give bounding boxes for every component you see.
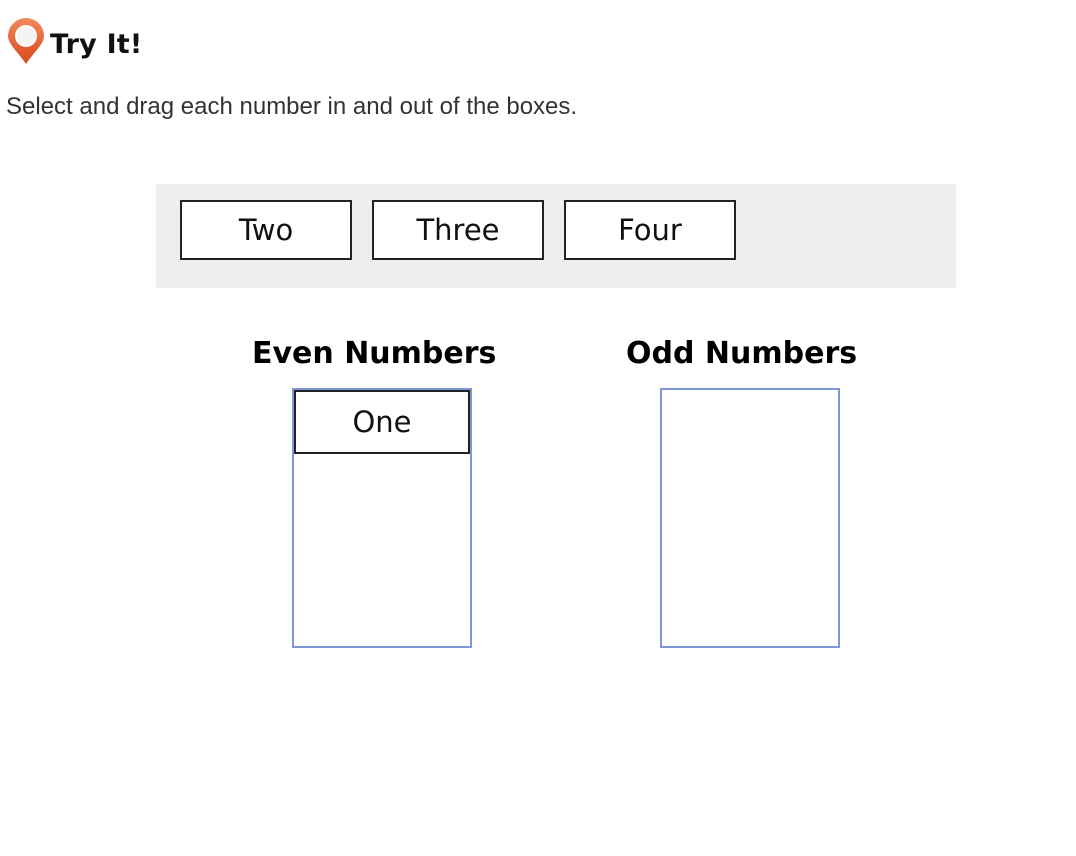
draggable-tile-one[interactable]: One [294, 390, 470, 454]
answer-tray[interactable]: Two Three Four [156, 184, 956, 288]
even-numbers-drop-zone[interactable]: One [292, 388, 472, 648]
odd-numbers-heading: Odd Numbers [626, 336, 858, 371]
draggable-tile-three[interactable]: Three [372, 200, 544, 260]
draggable-tile-two[interactable]: Two [180, 200, 352, 260]
map-pin-icon [8, 18, 44, 64]
draggable-tile-four[interactable]: Four [564, 200, 736, 260]
instructions-text: Select and drag each number in and out o… [6, 93, 578, 120]
odd-numbers-drop-zone[interactable] [660, 388, 840, 648]
page-title: Try It! [50, 28, 143, 60]
activity-header: Try It! [6, 18, 142, 66]
even-numbers-heading: Even Numbers [252, 336, 497, 371]
